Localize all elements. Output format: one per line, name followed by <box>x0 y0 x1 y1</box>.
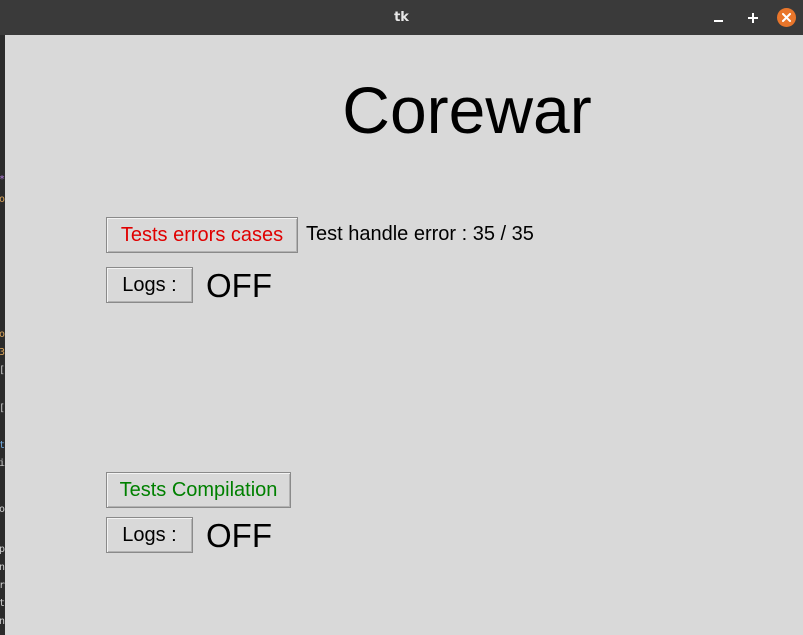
tests-compilation-button[interactable]: Tests Compilation <box>106 472 291 508</box>
minimize-icon <box>714 20 723 22</box>
app-heading: Corewar <box>342 73 592 147</box>
maximize-icon <box>748 13 758 23</box>
window-title: tk <box>394 10 409 25</box>
maximize-button[interactable] <box>743 8 763 28</box>
tests-errors-cases-button[interactable]: Tests errors cases <box>106 217 298 253</box>
error-logs-button[interactable]: Logs : <box>106 267 193 303</box>
error-test-result: Test handle error : 35 / 35 <box>306 223 534 245</box>
error-logs-state: OFF <box>206 267 272 304</box>
close-button[interactable] <box>777 8 796 27</box>
compilation-logs-state: OFF <box>206 517 272 554</box>
title-bar[interactable]: tk <box>0 0 803 35</box>
minimize-button[interactable] <box>709 8 729 28</box>
app-window: tk * o o 3 [ [ t i o p n r t <box>0 0 803 635</box>
background-window-edge: * o o 3 [ [ t i o p n r t n <box>0 35 5 635</box>
close-icon <box>782 13 791 22</box>
compilation-logs-button[interactable]: Logs : <box>106 517 193 553</box>
